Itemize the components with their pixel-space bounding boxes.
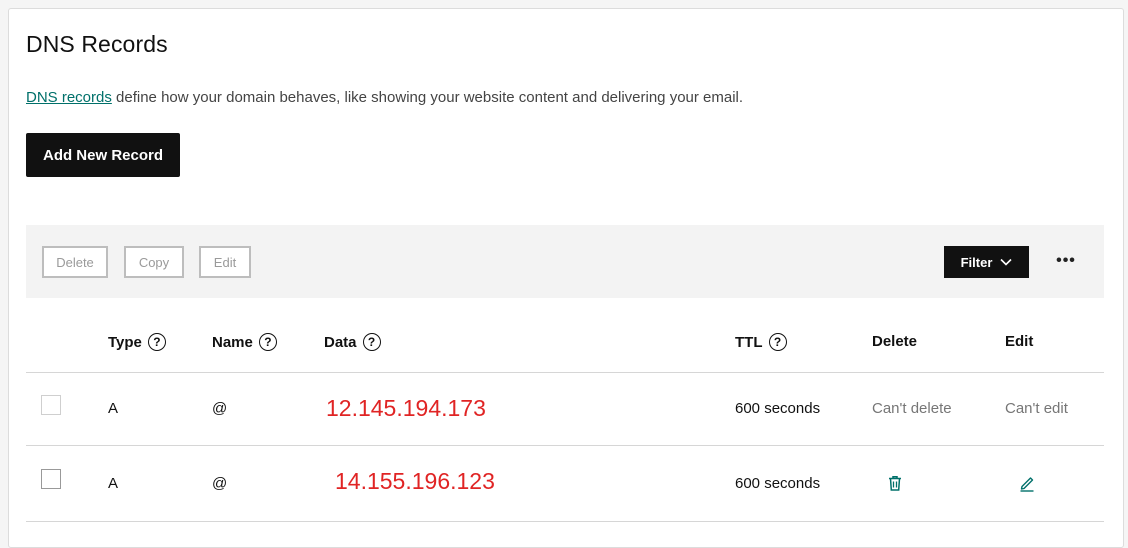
delete-disabled-text: Can't delete xyxy=(872,400,952,417)
record-name: @ xyxy=(212,400,228,417)
record-name: @ xyxy=(212,475,228,492)
column-header-ttl: TTL ? xyxy=(735,333,787,351)
row-checkbox[interactable] xyxy=(41,469,61,489)
column-header-type: Type ? xyxy=(108,333,166,351)
bulk-delete-button[interactable]: Delete xyxy=(42,246,108,278)
trash-icon[interactable] xyxy=(884,472,906,494)
page-title: DNS Records xyxy=(26,31,168,57)
help-icon[interactable]: ? xyxy=(147,333,166,351)
dns-records-link[interactable]: DNS records xyxy=(26,89,112,106)
edit-disabled-text: Can't edit xyxy=(1005,400,1068,417)
column-header-type-label: Type xyxy=(108,333,142,351)
help-icon[interactable]: ? xyxy=(258,333,277,351)
row-divider xyxy=(26,521,1104,522)
description-text: define how your domain behaves, like sho… xyxy=(111,89,744,106)
record-type: A xyxy=(108,400,119,417)
help-icon[interactable]: ? xyxy=(362,333,381,351)
filter-label: Filter xyxy=(960,254,993,270)
table-toolbar: Delete Copy Edit Filter ••• xyxy=(26,225,1104,298)
dns-records-card: DNS Records DNS records define how your … xyxy=(8,8,1124,548)
column-header-edit-label: Edit xyxy=(1005,333,1034,350)
chevron-down-icon xyxy=(1000,258,1012,266)
column-header-name-label: Name xyxy=(212,333,253,351)
row-checkbox xyxy=(41,395,61,415)
record-type: A xyxy=(108,475,119,492)
record-ttl: 600 seconds xyxy=(735,400,821,417)
bulk-edit-button[interactable]: Edit xyxy=(199,246,251,278)
column-header-data-label: Data xyxy=(324,333,357,351)
add-new-record-button[interactable]: Add New Record xyxy=(26,133,180,177)
column-header-data: Data ? xyxy=(324,333,381,351)
page-description: DNS records define how your domain behav… xyxy=(26,89,743,106)
more-options-icon[interactable]: ••• xyxy=(1054,249,1078,273)
row-divider xyxy=(26,445,1104,446)
bulk-copy-button[interactable]: Copy xyxy=(124,246,184,278)
column-header-delete: Delete xyxy=(872,333,917,350)
record-data: 12.145.194.173 xyxy=(326,395,486,421)
record-ttl: 600 seconds xyxy=(735,475,821,492)
header-divider xyxy=(26,372,1104,373)
record-data: 14.155.196.123 xyxy=(335,468,495,494)
filter-button[interactable]: Filter xyxy=(944,246,1029,278)
help-icon[interactable]: ? xyxy=(768,333,787,351)
column-header-delete-label: Delete xyxy=(872,333,918,350)
pencil-icon[interactable] xyxy=(1016,472,1038,494)
column-header-edit: Edit xyxy=(1005,333,1033,350)
column-header-name: Name ? xyxy=(212,333,277,351)
column-header-ttl-label: TTL xyxy=(735,333,763,351)
